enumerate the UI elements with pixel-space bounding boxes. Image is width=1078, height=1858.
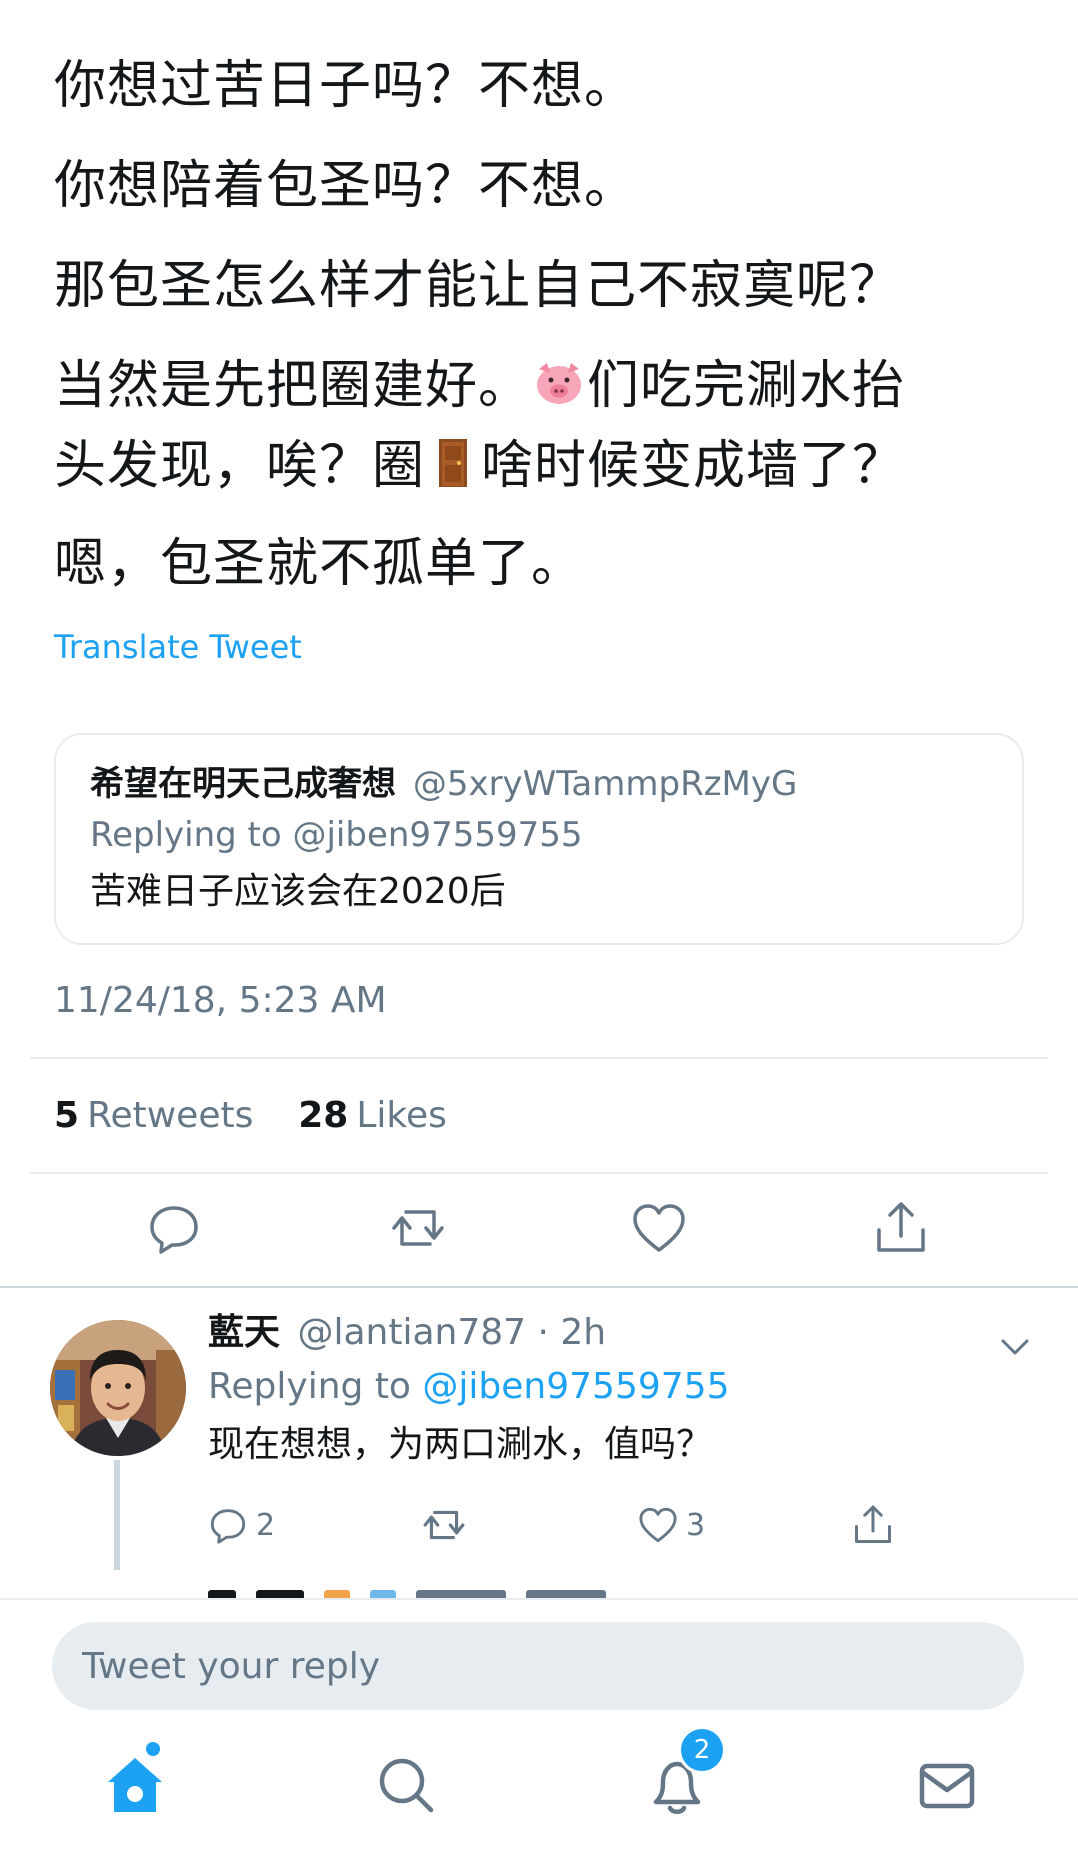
retweets-count: 5 [54, 1095, 80, 1136]
share-icon [855, 1505, 891, 1543]
notifications-badge: 2 [678, 1726, 726, 1774]
quoted-tweet-header: 希望在明天己成奢想 @5xryWTammpRzMyG [90, 761, 988, 807]
tweet-text: 当然是先把圈建好。 [54, 356, 532, 416]
like-icon[interactable] [631, 1200, 687, 1256]
divider [0, 1286, 1078, 1288]
avatar[interactable] [50, 1320, 186, 1456]
quoted-tweet-handle: @5xryWTammpRzMyG [412, 764, 798, 804]
divider [30, 1172, 1048, 1174]
quoted-tweet-name: 希望在明天己成奢想 [90, 764, 396, 804]
pig-face-emoji [537, 363, 582, 404]
new-content-dot [146, 1742, 160, 1756]
tweet-line: 你想陪着包圣吗？不想。 [54, 156, 638, 216]
home-icon [108, 1758, 162, 1812]
reply-share-action[interactable] [852, 1500, 894, 1550]
retweets-stat[interactable]: 5 Retweets [54, 1095, 253, 1136]
tweet-actions [0, 1200, 1078, 1260]
like-count: 3 [686, 1507, 706, 1543]
door-emoji [439, 439, 468, 487]
quoted-tweet-replying: Replying to @jiben97559755 [90, 815, 583, 855]
next-reply-partial [208, 1585, 808, 1599]
reply-tweet[interactable]: 藍天 @lantian787 · 2h Replying to @jiben97… [0, 1290, 1078, 1595]
tweet-line: 头发现，唉？圈 啥时候变成墙了？ [54, 426, 1014, 506]
reply-reply-action[interactable]: 2 [208, 1500, 275, 1550]
tweet-timestamp: 11/24/18, 5:23 AM [54, 980, 387, 1021]
reply-icon[interactable] [146, 1200, 202, 1256]
tweet-line: 当然是先把圈建好。 们吃完涮水抬 [54, 346, 1014, 426]
likes-count: 28 [298, 1095, 349, 1136]
chevron-down-icon[interactable] [998, 1330, 1032, 1364]
likes-stat[interactable]: 28 Likes [298, 1095, 447, 1136]
like-icon [639, 1507, 677, 1543]
thread-line [114, 1460, 120, 1570]
compose-bar: 2 [0, 1598, 1078, 1858]
tweet-line: 你想过苦日子吗？不想。 [54, 56, 638, 116]
quoted-tweet-text: 苦难日子应该会在2020后 [90, 871, 506, 912]
tab-home[interactable] [100, 1742, 170, 1820]
tab-search[interactable] [371, 1750, 441, 1820]
reply-handle: @lantian787 · 2h [297, 1312, 607, 1353]
tweet-body: 你想过苦日子吗？不想。 你想陪着包圣吗？不想。 那包圣怎么样才能让自己不寂寞呢？… [54, 36, 1014, 614]
quoted-tweet[interactable]: 希望在明天己成奢想 @5xryWTammpRzMyG Replying to @… [54, 733, 1024, 945]
tweet-line: 那包圣怎么样才能让自己不寂寞呢？ [54, 256, 903, 316]
tweet-text: 啥时候变成墙了？ [481, 436, 906, 496]
reply-replying-to: Replying to @jiben97559755 [208, 1362, 729, 1412]
reply-name[interactable]: 藍天 [208, 1312, 280, 1353]
retweet-icon[interactable] [390, 1200, 446, 1256]
tweet-line: 嗯，包圣就不孤单了。 [54, 534, 585, 594]
reply-retweet-action[interactable] [422, 1500, 466, 1550]
tab-messages[interactable] [912, 1750, 982, 1820]
reply-header: 藍天 @lantian787 · 2h [208, 1308, 606, 1358]
likes-label: Likes [356, 1095, 447, 1136]
tweet-text: 头发现，唉？圈 [54, 436, 426, 496]
reply-actions: 2 3 [208, 1500, 1068, 1560]
retweets-label: Retweets [87, 1095, 254, 1136]
tweet-stats: 5 Retweets 28 Likes [54, 1095, 447, 1136]
reply-count: 2 [256, 1507, 276, 1543]
replying-link[interactable]: @jiben97559755 [422, 1366, 729, 1407]
reply-like-action[interactable]: 3 [638, 1500, 705, 1550]
translate-tweet-link[interactable]: Translate Tweet [54, 628, 302, 666]
search-icon [379, 1758, 434, 1813]
retweet-icon [423, 1510, 465, 1540]
tweet-text: 们吃完涮水抬 [587, 356, 906, 416]
share-icon[interactable] [873, 1200, 929, 1256]
reply-text: 现在想想，为两口涮水，值吗？ [208, 1424, 713, 1465]
mail-icon [919, 1763, 975, 1809]
reply-input[interactable] [52, 1622, 1024, 1710]
replying-prefix: Replying to [208, 1366, 411, 1407]
divider [30, 1057, 1048, 1059]
reply-icon [210, 1509, 246, 1544]
tab-bar: 2 [0, 1726, 1078, 1850]
tab-notifications[interactable]: 2 [642, 1726, 726, 1820]
